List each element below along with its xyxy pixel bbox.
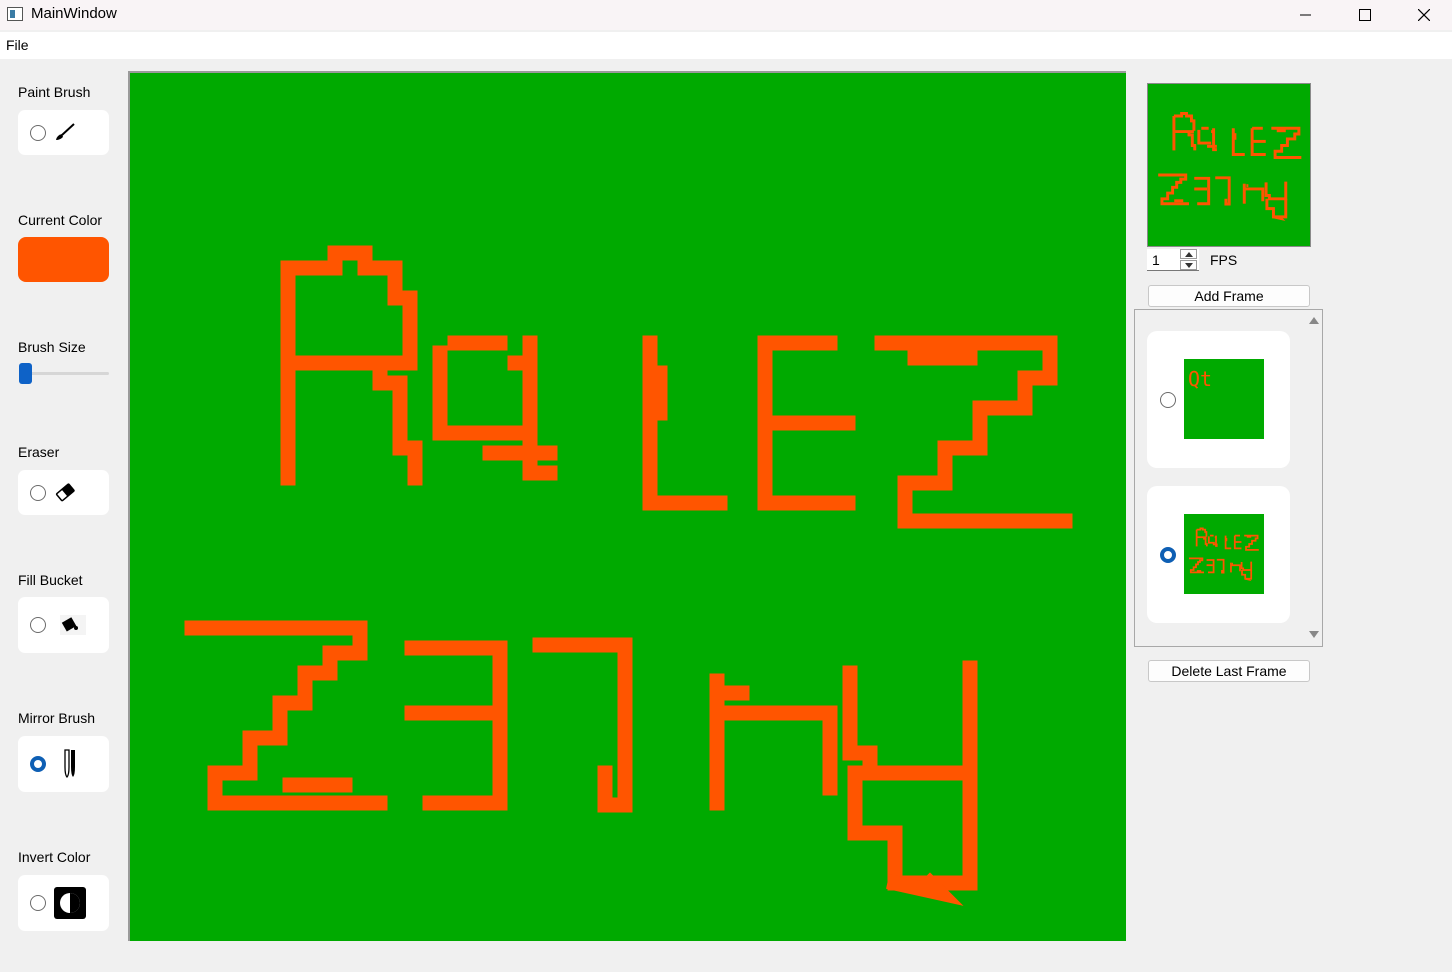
paint-stroke xyxy=(1264,181,1288,201)
fill-bucket-option[interactable] xyxy=(18,597,109,653)
frame-thumb-drawing xyxy=(1188,527,1259,582)
invert-icon xyxy=(54,887,86,919)
fps-up-button[interactable] xyxy=(1180,249,1197,259)
frame-thumb-text: Qt xyxy=(1188,367,1213,391)
fill-bucket-radio[interactable] xyxy=(30,617,46,633)
invert-color-option[interactable] xyxy=(18,875,109,931)
paint-stroke xyxy=(1271,126,1302,159)
animation-preview xyxy=(1147,83,1311,247)
paint-stroke xyxy=(280,245,418,366)
scroll-down-icon[interactable] xyxy=(1308,630,1320,640)
mirror-brush-radio[interactable] xyxy=(30,756,46,772)
paint-stroke xyxy=(432,345,523,441)
paint-stroke xyxy=(532,637,633,813)
app-icon xyxy=(7,7,23,21)
paint-stroke xyxy=(1273,215,1286,222)
paint-stroke xyxy=(1215,176,1231,206)
paint-stroke xyxy=(709,705,838,796)
paint-stroke xyxy=(1197,129,1212,145)
frame-radio[interactable] xyxy=(1160,392,1176,408)
menu-file[interactable]: File xyxy=(6,37,29,53)
paint-stroke xyxy=(1245,577,1252,582)
close-button[interactable] xyxy=(1401,0,1447,30)
brush-size-label: Brush Size xyxy=(18,339,86,355)
paint-stroke xyxy=(1158,173,1189,206)
paint-stroke xyxy=(1244,534,1259,551)
eraser-radio[interactable] xyxy=(30,485,46,501)
fill-bucket-label: Fill Bucket xyxy=(18,572,83,588)
paint-stroke xyxy=(1231,128,1245,156)
paint-brush-option[interactable] xyxy=(18,110,109,155)
invert-color-label: Invert Color xyxy=(18,849,91,865)
paint-brush-radio[interactable] xyxy=(30,125,46,141)
paint-stroke xyxy=(1194,176,1211,206)
paint-stroke xyxy=(1224,535,1232,550)
fps-spinbox[interactable]: 1 xyxy=(1147,249,1199,271)
mirror-icon xyxy=(64,749,75,778)
paint-brush-label: Paint Brush xyxy=(18,84,91,100)
fps-value[interactable]: 1 xyxy=(1152,252,1160,268)
eraser-option[interactable] xyxy=(18,470,109,515)
paint-stroke xyxy=(1188,557,1205,574)
mirror-brush-label: Mirror Brush xyxy=(18,710,96,726)
paint-stroke xyxy=(886,872,964,906)
scroll-up-icon[interactable] xyxy=(1308,315,1320,325)
arrow-up-icon xyxy=(1185,252,1193,257)
fps-label: FPS xyxy=(1210,252,1238,268)
paint-stroke xyxy=(1216,558,1225,574)
paint-stroke xyxy=(1265,198,1288,219)
eraser-label: Eraser xyxy=(18,444,60,460)
paintbrush-icon xyxy=(56,123,75,140)
paint-stroke xyxy=(1206,559,1215,574)
frame-thumbnail xyxy=(1184,514,1264,594)
paint-stroke xyxy=(1230,564,1241,572)
frame-item[interactable]: Qt xyxy=(1147,331,1290,468)
arrow-down-icon xyxy=(1185,263,1193,268)
minimize-button[interactable] xyxy=(1283,0,1329,30)
paint-stroke xyxy=(1173,112,1196,131)
paint-stroke xyxy=(847,765,978,891)
paint-stroke xyxy=(1244,187,1265,202)
scaled-drawing xyxy=(1188,527,1259,582)
fps-down-button[interactable] xyxy=(1180,260,1197,270)
canvas-drawing xyxy=(184,245,1073,906)
menu-bar: File xyxy=(0,32,1452,59)
close-icon xyxy=(1418,9,1430,21)
drawing-canvas[interactable] xyxy=(128,71,1126,941)
paint-stroke xyxy=(1196,527,1208,537)
brush-size-handle[interactable] xyxy=(19,363,32,384)
paint-stroke xyxy=(1187,131,1197,151)
current-color-swatch[interactable] xyxy=(18,237,109,282)
paint-stroke xyxy=(874,335,1073,529)
frame-item[interactable] xyxy=(1147,486,1290,623)
title-bar: MainWindow xyxy=(0,0,1452,30)
current-color-label: Current Color xyxy=(18,212,103,228)
paint-stroke xyxy=(842,660,978,781)
paint-stroke xyxy=(1207,536,1215,544)
frame-thumbnail: Qt xyxy=(1184,359,1264,439)
maximize-icon xyxy=(1359,9,1371,21)
window-title: MainWindow xyxy=(31,5,117,22)
preview-drawing xyxy=(1158,112,1302,222)
delete-last-frame-button[interactable]: Delete Last Frame xyxy=(1148,660,1310,682)
frame-radio[interactable] xyxy=(1160,547,1176,563)
paint-stroke xyxy=(404,640,508,811)
mirror-brush-option[interactable] xyxy=(18,736,109,792)
invert-color-radio[interactable] xyxy=(30,895,46,911)
eraser-icon xyxy=(55,483,75,502)
maximize-button[interactable] xyxy=(1342,0,1388,30)
paint-stroke xyxy=(1203,537,1208,547)
scaled-drawing xyxy=(1158,112,1302,222)
add-frame-button[interactable]: Add Frame xyxy=(1148,285,1310,307)
fill-bucket-icon xyxy=(60,615,86,635)
brush-size-slider[interactable] xyxy=(20,372,109,375)
paint-stroke xyxy=(184,620,388,811)
minimize-icon xyxy=(1300,14,1311,16)
frame-list[interactable]: Qt xyxy=(1134,309,1323,647)
paint-stroke xyxy=(1240,561,1253,571)
paint-stroke xyxy=(372,355,423,486)
paint-stroke xyxy=(1241,570,1253,580)
